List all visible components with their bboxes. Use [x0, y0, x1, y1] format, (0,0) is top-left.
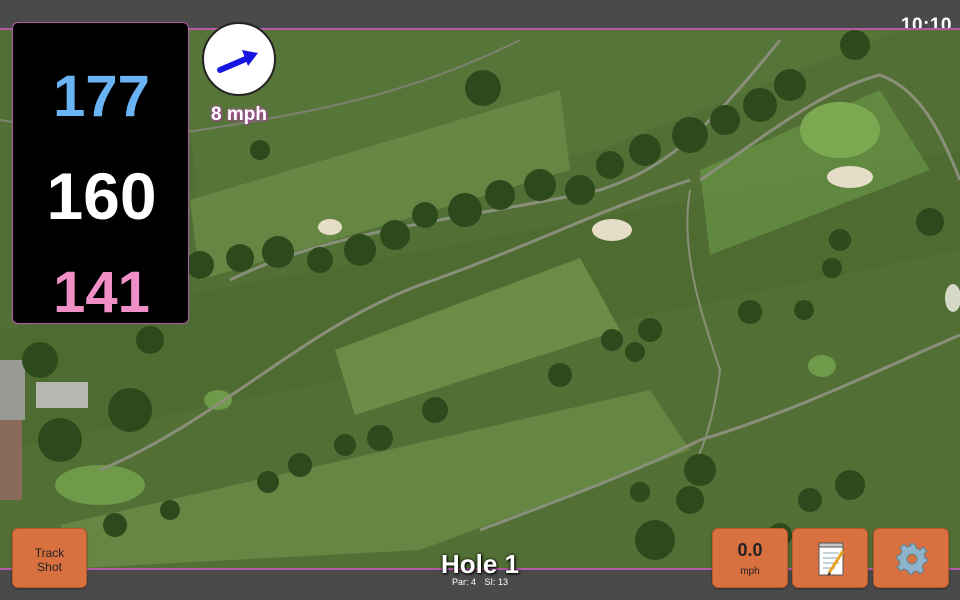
- distance-panel: 177 160 141: [12, 22, 189, 325]
- golf-gps-app: 10:10 177 160 141 8 mph Track Shot Hole …: [0, 0, 960, 600]
- notepad-icon: [818, 542, 845, 576]
- hole-meta: Par: 4 SI: 13: [380, 577, 580, 587]
- front-distance: 141: [53, 260, 150, 325]
- speed-unit: mph: [740, 566, 760, 577]
- wind-arrow-icon: [217, 50, 258, 73]
- speed-value: 0.0: [737, 540, 763, 560]
- middle-distance: 160: [46, 159, 157, 233]
- wind-indicator: [202, 22, 276, 96]
- track-shot-label-line1: Track: [34, 546, 65, 560]
- hole-stroke-index: SI: 13: [484, 577, 509, 587]
- hole-title: Hole 1: [440, 549, 520, 579]
- back-distance: 177: [53, 64, 150, 129]
- wind-speed-label: 8 mph: [211, 104, 267, 125]
- speed-button[interactable]: 0.0 mph: [712, 528, 788, 588]
- track-shot-button[interactable]: Track Shot: [12, 528, 87, 588]
- hole-par: Par: 4: [451, 577, 476, 587]
- settings-button[interactable]: [873, 528, 949, 588]
- notes-button[interactable]: [792, 528, 868, 588]
- gear-icon: [896, 543, 928, 575]
- track-shot-label-line2: Shot: [37, 560, 62, 574]
